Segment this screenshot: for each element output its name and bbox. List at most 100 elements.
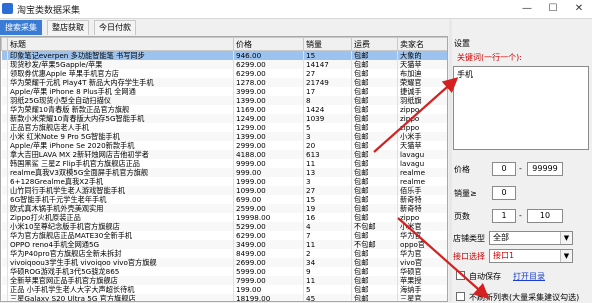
- cell-shipping[interactable]: 包邮: [351, 249, 398, 258]
- api-select[interactable]: 接口1 ▼: [489, 249, 573, 263]
- cell-sales[interactable]: 15: [303, 195, 352, 204]
- results-table[interactable]: 标题 价格 销量 运费 卖家名 印象笔记everpen 多功能智能笔 书写同步 9…: [0, 36, 448, 302]
- open-directory-link[interactable]: 打开目录: [513, 271, 545, 282]
- cell-sales[interactable]: 17: [303, 87, 352, 96]
- cell-price[interactable]: 4188.00: [233, 150, 304, 159]
- tab-today-payment[interactable]: 今日付款: [94, 20, 136, 35]
- table-row[interactable]: 华硕ROG游戏手机3代5G骁龙865 5999.00 9 包邮 华硕官: [1, 267, 447, 276]
- table-row[interactable]: 三星Galaxy S20 Ultra 5G 官方旗舰店 18199.00 45 包邮三…: [1, 294, 447, 301]
- cell-seller[interactable]: vivo官: [397, 258, 447, 267]
- cell-seller[interactable]: 华为官: [397, 231, 447, 240]
- table-row[interactable]: Apple/苹果 iPhone 8 Plus手机 全网通 3999.00 17 包邮捷…: [1, 87, 447, 96]
- table-row[interactable]: OPPO reno4手机全网通5G 3499.00 11 不包邮 oppo官: [1, 240, 447, 249]
- cell-price[interactable]: 3499.00: [233, 240, 304, 249]
- cell-price[interactable]: 1999.00: [233, 177, 304, 186]
- cell-title[interactable]: 正品官方旗舰店老人手机: [7, 123, 234, 132]
- tab-search-collect[interactable]: 搜索采集: [0, 20, 42, 35]
- cell-seller[interactable]: 大象的: [397, 50, 447, 60]
- cell-seller[interactable]: 苹果授: [397, 276, 447, 285]
- cell-sales[interactable]: 2: [303, 249, 352, 258]
- cell-price[interactable]: 1399.00: [233, 96, 304, 105]
- table-row[interactable]: 正品官方旗舰店老人手机 1299.00 5 包邮 zippo: [1, 123, 447, 132]
- cell-price[interactable]: 5299.00: [233, 222, 304, 231]
- table-row[interactable]: 正品 小手机学生老人大字大声超长待机 199.00 5 包邮 海纳手: [1, 285, 447, 294]
- cell-shipping[interactable]: 包邮: [351, 285, 398, 294]
- cell-shipping[interactable]: 包邮: [351, 96, 398, 105]
- cell-seller[interactable]: 海纳手: [397, 285, 447, 294]
- cell-seller[interactable]: 捷诚手: [397, 87, 447, 96]
- column-header-seller[interactable]: 卖家名: [397, 37, 447, 51]
- cell-price[interactable]: 1399.00: [233, 132, 304, 141]
- cell-sales[interactable]: 27: [303, 69, 352, 78]
- table-row[interactable]: 羽纸25G现货小型全自动扫描仪 1399.00 8 包邮 羽纸旗: [1, 96, 447, 105]
- table-row[interactable]: 拿大吉田LAVA MX 2新轩烛网店吉他初学者 4188.00 613 包邮 lavag…: [1, 150, 447, 159]
- table-row[interactable]: 山竹同行手机学生老人游戏智能手机 1099.00 27 包邮 佰乐手: [1, 186, 447, 195]
- cell-title[interactable]: 新款小米荣耀10青春版大内存5G智能手机: [7, 114, 234, 123]
- cell-shipping[interactable]: 包邮: [351, 159, 398, 168]
- cell-title[interactable]: 华硕ROG游戏手机3代5G骁龙865: [7, 267, 234, 276]
- cell-shipping[interactable]: 包邮: [351, 213, 398, 222]
- column-header-shipping[interactable]: 运费: [351, 37, 398, 51]
- cell-sales[interactable]: 1039: [303, 114, 352, 123]
- cell-shipping[interactable]: 不包邮: [351, 222, 398, 231]
- cell-price[interactable]: 8499.00: [233, 249, 304, 258]
- cell-price[interactable]: 5999.00: [233, 267, 304, 276]
- column-header-title[interactable]: 标题: [7, 37, 234, 51]
- cell-title[interactable]: 6G智能手机千元学生老年手机: [7, 195, 234, 204]
- pages-to-input[interactable]: 10: [527, 209, 563, 223]
- cell-seller[interactable]: 羽纸旗: [397, 96, 447, 105]
- cell-seller[interactable]: lavagu: [397, 150, 447, 159]
- cell-price[interactable]: 1099.00: [233, 186, 304, 195]
- cell-shipping[interactable]: 包邮: [351, 168, 398, 177]
- close-button[interactable]: ✕: [566, 0, 592, 18]
- minimize-button[interactable]: —: [514, 0, 540, 18]
- cell-title[interactable]: 小米 红米Note 9 Pro 5G智能手机: [7, 132, 234, 141]
- table-row[interactable]: 现货秒发/苹果5Gapple/苹果 6299.00 14147 包邮 天猫苹: [1, 60, 447, 69]
- cell-sales[interactable]: 11: [303, 276, 352, 285]
- cell-seller[interactable]: zippo: [397, 105, 447, 114]
- cell-shipping[interactable]: 包邮: [351, 186, 398, 195]
- table-row[interactable]: realme真我V3双模5G全面屏手机官方旗舰 999.00 13 包邮 realme: [1, 168, 447, 177]
- table-row[interactable]: 全新苹果官网正品手机官方旗舰店 7999.00 11 包邮 苹果授: [1, 276, 447, 285]
- cell-sales[interactable]: 7: [303, 231, 352, 240]
- cell-sales[interactable]: 4: [303, 222, 352, 231]
- cell-title[interactable]: 领取券优惠Apple 苹果手机官方店: [7, 69, 234, 78]
- cell-sales[interactable]: 14147: [303, 60, 352, 69]
- table-row[interactable]: 6G智能手机千元学生老年手机 699.00 15 包邮 新奇特: [1, 195, 447, 204]
- cell-title[interactable]: 全新苹果官网正品手机官方旗舰店: [7, 276, 234, 285]
- table-row[interactable]: 新款小米荣耀10青春版大内存5G智能手机 1249.00 1039 包邮 zippo: [1, 114, 447, 123]
- cell-price[interactable]: 7999.00: [233, 276, 304, 285]
- auto-save-checkbox[interactable]: [456, 271, 465, 280]
- cell-title[interactable]: 华为荣耀10青春版 新款正品官方旗舰: [7, 105, 234, 114]
- cell-sales[interactable]: 11: [303, 159, 352, 168]
- cell-seller[interactable]: 天猫苹: [397, 141, 447, 150]
- table-row[interactable]: 小米10至尊纪念版手机官方旗舰店 5299.00 4 不包邮 小米官: [1, 222, 447, 231]
- cell-title[interactable]: OPPO reno4手机全网通5G: [7, 240, 234, 249]
- cell-title[interactable]: 印象笔记everpen 多功能智能笔 书写同步: [7, 50, 234, 60]
- sales-min-input[interactable]: 0: [492, 186, 516, 200]
- cell-seller[interactable]: 新奇特: [397, 195, 447, 204]
- cell-price[interactable]: 6299.00: [233, 69, 304, 78]
- price-min-input[interactable]: 0: [492, 162, 516, 176]
- cell-seller[interactable]: zippo: [397, 213, 447, 222]
- keyword-textarea[interactable]: 手机: [453, 66, 589, 150]
- cell-price[interactable]: 1169.00: [233, 105, 304, 114]
- price-max-input[interactable]: 99999: [527, 162, 563, 176]
- cell-sales[interactable]: 613: [303, 150, 352, 159]
- cell-shipping[interactable]: 包邮: [351, 150, 398, 159]
- cell-seller[interactable]: 三星官: [397, 294, 447, 301]
- cell-shipping[interactable]: 包邮: [351, 177, 398, 186]
- cell-title[interactable]: 现货秒发/苹果5Gapple/苹果: [7, 60, 234, 69]
- table-vertical-scrollbar[interactable]: [449, 19, 452, 302]
- cell-price[interactable]: 946.00: [233, 50, 304, 60]
- cell-price[interactable]: 999.00: [233, 168, 304, 177]
- cell-title[interactable]: 三星Galaxy S20 Ultra 5G 官方旗舰店: [7, 294, 234, 301]
- cell-sales[interactable]: 21749: [303, 78, 352, 87]
- pages-from-input[interactable]: 1: [492, 209, 516, 223]
- cell-seller[interactable]: 小米官: [397, 222, 447, 231]
- cell-seller[interactable]: 天猫苹: [397, 60, 447, 69]
- cell-shipping[interactable]: 包邮: [351, 195, 398, 204]
- cell-price[interactable]: 6299.00: [233, 231, 304, 240]
- cell-title[interactable]: 山竹同行手机学生老人游戏智能手机: [7, 186, 234, 195]
- cell-price[interactable]: 3999.00: [233, 87, 304, 96]
